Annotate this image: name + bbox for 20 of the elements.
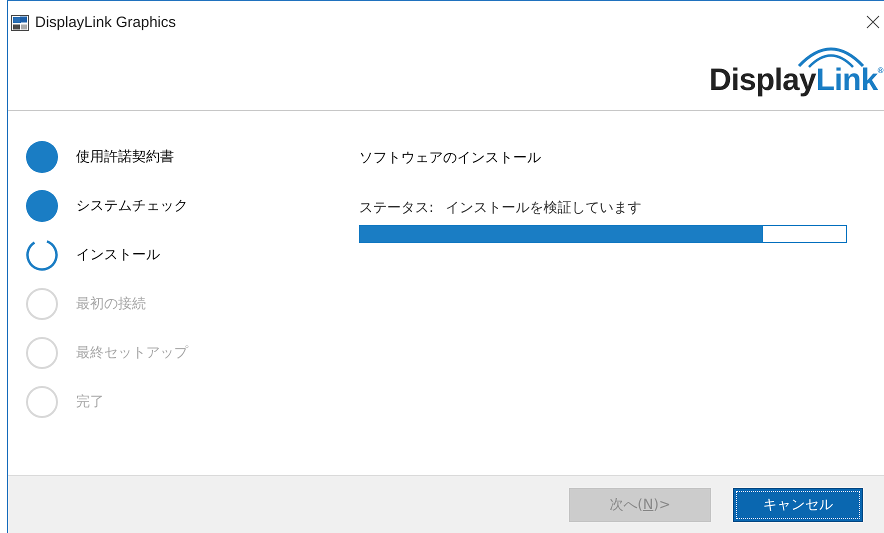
step-indicator-icon bbox=[26, 288, 58, 320]
window-title: DisplayLink Graphics bbox=[35, 14, 176, 31]
step-label: 使用許諾契約書 bbox=[76, 148, 174, 166]
step-indicator-icon bbox=[26, 386, 58, 418]
status-text: インストールを検証しています bbox=[446, 199, 642, 217]
app-icon bbox=[11, 14, 29, 30]
step-label: システムチェック bbox=[76, 197, 188, 215]
step-label: 最終セットアップ bbox=[76, 344, 188, 362]
step-label: 完了 bbox=[76, 393, 104, 411]
displaylink-logo: DisplayLink® bbox=[709, 40, 883, 98]
step-indicator-icon bbox=[26, 239, 58, 271]
close-icon[interactable] bbox=[866, 15, 880, 29]
step-label: 最初の接続 bbox=[76, 295, 146, 313]
step-indicator-icon bbox=[26, 141, 58, 173]
status-label: ステータス: bbox=[359, 199, 434, 217]
section-heading: ソフトウェアのインストール bbox=[359, 149, 542, 167]
step-indicator-icon bbox=[26, 337, 58, 369]
step-indicator-icon bbox=[26, 190, 58, 222]
step-label: インストール bbox=[76, 246, 160, 264]
cancel-button[interactable]: キャンセル bbox=[733, 488, 863, 522]
